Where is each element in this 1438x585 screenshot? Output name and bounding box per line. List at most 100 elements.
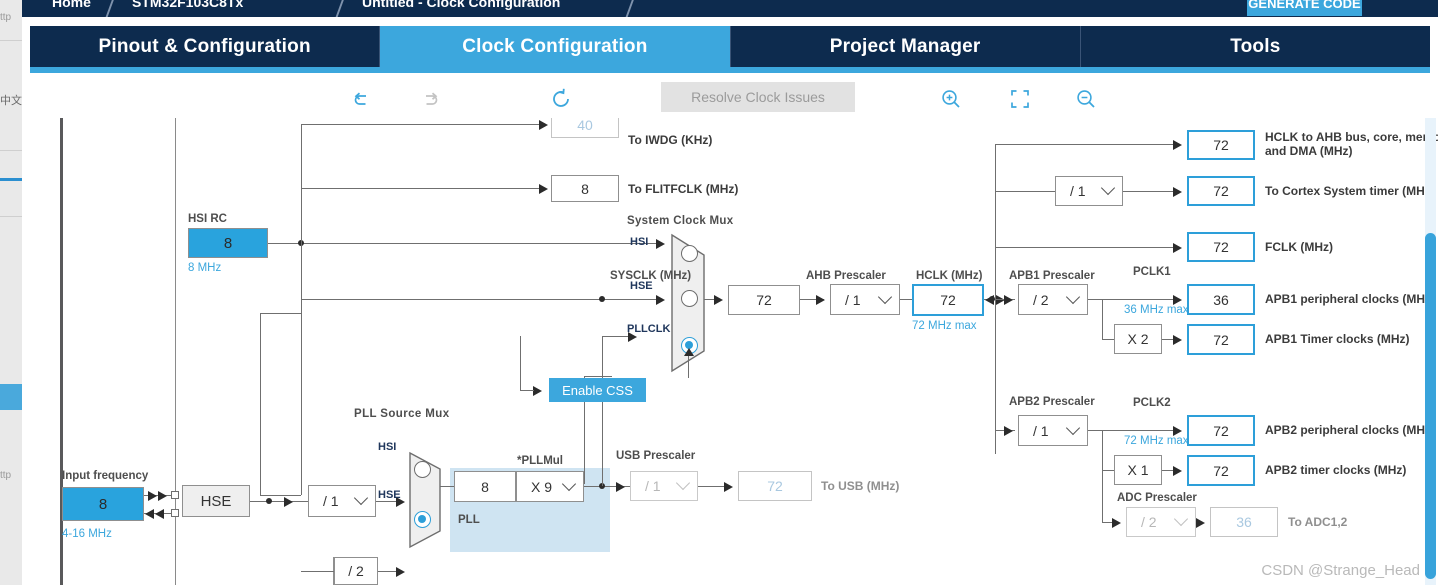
- apb1-peripheral-label: APB1 peripheral clocks (MHz): [1265, 292, 1436, 306]
- pll-input-value[interactable]: 8: [454, 471, 516, 502]
- adc-prescaler-select[interactable]: / 2: [1126, 507, 1196, 537]
- input-frequency-value[interactable]: 8: [62, 487, 144, 521]
- hse-divider[interactable]: / 1: [308, 485, 376, 517]
- pllmul-label: *PLLMul: [517, 455, 563, 467]
- fit-to-screen-icon[interactable]: [1005, 84, 1035, 114]
- tab-project-manager[interactable]: Project Manager: [731, 26, 1081, 67]
- cubemx-window: Home STM32F103C8Tx Untitled - Clock Conf…: [22, 0, 1438, 585]
- ahb-prescaler-title: AHB Prescaler: [806, 270, 886, 282]
- ahb-output-2-label: FCLK (MHz): [1265, 240, 1333, 254]
- input-frequency-note: 4-16 MHz: [62, 528, 112, 540]
- flitfclk-label: To FLITFCLK (MHz): [628, 182, 739, 196]
- enable-css-button[interactable]: Enable CSS: [549, 378, 646, 402]
- adc-prescaler-title: ADC Prescaler: [1117, 492, 1197, 504]
- apb2-peripheral-label: APB2 peripheral clocks (MHz): [1265, 423, 1436, 437]
- cortex-divider-value: / 1: [1070, 183, 1086, 199]
- cortex-divider-select[interactable]: / 1: [1055, 176, 1123, 206]
- resolve-clock-issues-button[interactable]: Resolve Clock Issues: [661, 82, 855, 112]
- apb2-timer-value[interactable]: 72: [1187, 455, 1255, 486]
- chevron-down-icon: [877, 289, 893, 304]
- breadcrumb-separator: [105, 0, 117, 17]
- chevron-down-icon: [353, 490, 369, 506]
- tab-clock-configuration[interactable]: Clock Configuration: [380, 26, 731, 67]
- pll-mux-input-hsi-label: HSI: [378, 441, 397, 453]
- input-frequency-title: Input frequency: [62, 470, 149, 482]
- watermark: CSDN @Strange_Head: [1261, 562, 1420, 579]
- system-clock-mux-title: System Clock Mux: [627, 215, 734, 227]
- generate-code-button[interactable]: GENERATE CODE: [1247, 0, 1362, 16]
- apb2-timer-label: APB2 timer clocks (MHz): [1265, 463, 1407, 477]
- zoom-out-icon[interactable]: [1071, 84, 1101, 114]
- apb1-prescaler-title: APB1 Prescaler: [1009, 270, 1095, 282]
- usb-prescaler-title: USB Prescaler: [616, 450, 696, 462]
- usb-output-label: To USB (MHz): [821, 479, 900, 493]
- pll-source-mux-title: PLL Source Mux: [354, 408, 450, 420]
- ahb-output-2-value[interactable]: 72: [1187, 232, 1255, 262]
- apb1-peripheral-value[interactable]: 36: [1187, 284, 1255, 315]
- reset-icon[interactable]: [546, 84, 576, 114]
- hsi-rc-note: 8 MHz: [188, 262, 222, 274]
- redo-icon: [415, 84, 445, 114]
- sysmux-radio-hse[interactable]: [681, 290, 698, 307]
- pll-mux-radio-hse[interactable]: [414, 511, 431, 528]
- ahb-output-0-label: HCLK to AHB bus, core, memory and DMA (M…: [1265, 130, 1438, 158]
- pllmul-select[interactable]: X 9: [516, 471, 584, 502]
- adc-output-value[interactable]: 36: [1210, 507, 1278, 537]
- usb-prescaler-value: / 1: [645, 478, 661, 494]
- usb-output-value[interactable]: 72: [738, 471, 812, 501]
- pclk2-note: 72 MHz max: [1124, 435, 1189, 447]
- hclk-note: 72 MHz max: [912, 320, 977, 332]
- hclk-value[interactable]: 72: [912, 284, 984, 316]
- apb1-prescaler-select[interactable]: / 2: [1018, 284, 1088, 315]
- apb1-timer-value[interactable]: 72: [1187, 324, 1255, 355]
- apb2-multiplier: X 1: [1114, 455, 1162, 485]
- apb2-prescaler-title: APB2 Prescaler: [1009, 396, 1095, 408]
- ahb-prescaler-value: / 1: [845, 291, 861, 308]
- hse-block[interactable]: HSE: [182, 485, 250, 517]
- chevron-down-icon: [1065, 420, 1081, 435]
- iwdg-value[interactable]: 40: [551, 118, 619, 138]
- chevron-down-icon: [1065, 289, 1081, 304]
- chevron-down-icon: [1173, 511, 1189, 527]
- apb2-prescaler-value: / 1: [1033, 422, 1049, 439]
- pll-mux-radio-hsi[interactable]: [414, 461, 431, 478]
- hsi-div2[interactable]: / 2: [334, 557, 378, 585]
- ahb-output-1-value[interactable]: 72: [1187, 176, 1255, 206]
- ahb-prescaler-select[interactable]: / 1: [830, 284, 900, 315]
- pll-mux-input-hse-label: HSE: [378, 489, 401, 501]
- hse-divider-value: / 1: [323, 493, 339, 509]
- apb1-timer-label: APB1 Timer clocks (MHz): [1265, 332, 1410, 346]
- breadcrumb-item-device[interactable]: STM32F103C8Tx: [132, 0, 243, 10]
- chevron-down-icon: [675, 475, 691, 491]
- sysclk-value[interactable]: 72: [728, 285, 800, 315]
- tab-pinout-configuration[interactable]: Pinout & Configuration: [30, 26, 381, 67]
- hclk-title: HCLK (MHz): [916, 270, 983, 282]
- hsi-rc-value[interactable]: 8: [188, 228, 268, 258]
- clock-tree-canvas[interactable]: 40 To IWDG (KHz) 8 To FLITFCLK (MHz) HSI…: [44, 118, 1438, 585]
- sysmux-radio-hsi[interactable]: [681, 245, 698, 262]
- sysmux-input-hsi-label: HSI: [630, 236, 649, 248]
- breadcrumb-item-current: Untitled - Clock Configuration: [362, 0, 561, 10]
- pllmul-value: X 9: [531, 478, 553, 495]
- canvas-scrollbar-thumb[interactable]: [1425, 233, 1436, 579]
- usb-prescaler-select[interactable]: / 1: [630, 471, 698, 501]
- chevron-down-icon: [1100, 180, 1116, 196]
- pll-group-label: PLL: [458, 514, 480, 526]
- ahb-output-0-value[interactable]: 72: [1187, 130, 1255, 160]
- undo-icon[interactable]: [347, 84, 377, 114]
- pclk1-label: PCLK1: [1133, 266, 1171, 278]
- iwdg-label: To IWDG (KHz): [628, 133, 713, 147]
- breadcrumb-item-home[interactable]: Home: [52, 0, 91, 10]
- hsi-rc-title: HSI RC: [188, 213, 227, 225]
- chevron-down-icon: [561, 476, 577, 491]
- pclk2-label: PCLK2: [1133, 397, 1171, 409]
- tab-tools[interactable]: Tools: [1081, 26, 1430, 67]
- apb1-multiplier: X 2: [1114, 324, 1162, 354]
- zoom-in-icon[interactable]: [936, 84, 966, 114]
- pclk1-note: 36 MHz max: [1124, 304, 1189, 316]
- apb2-prescaler-select[interactable]: / 1: [1018, 415, 1088, 446]
- main-tab-bar: Pinout & Configuration Clock Configurati…: [30, 26, 1430, 67]
- flitfclk-value[interactable]: 8: [551, 175, 619, 202]
- apb2-peripheral-value[interactable]: 72: [1187, 415, 1255, 446]
- adc-output-label: To ADC1,2: [1288, 515, 1348, 529]
